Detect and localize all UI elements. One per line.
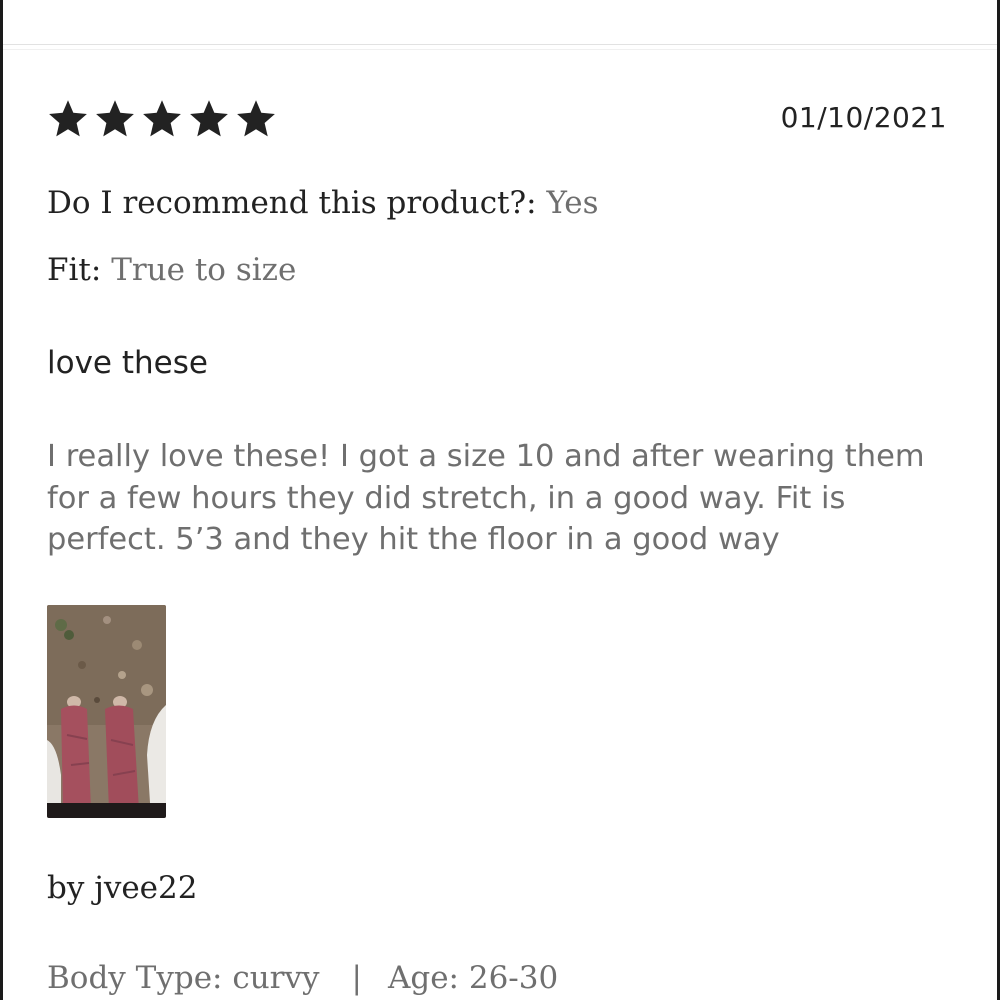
age-range: Age: 26-30	[387, 960, 559, 996]
recommend-row: Do I recommend this product?: Yes	[47, 185, 598, 221]
review-author: by jvee22	[47, 870, 198, 906]
review-photo-image	[47, 605, 166, 818]
recommend-label: Do I recommend this product?:	[47, 185, 537, 221]
review-page: 01/10/2021 Do I recommend this product?:…	[0, 0, 1000, 1000]
review-body: I really love these! I got a size 10 and…	[47, 439, 925, 557]
reviewer-meta: Body Type: curvy | Age: 26-30	[47, 960, 558, 996]
meta-separator: |	[351, 960, 362, 996]
review-title: love these	[47, 345, 208, 381]
fit-value: True to size	[111, 252, 297, 288]
fit-label: Fit:	[47, 252, 102, 288]
star-icon	[190, 100, 228, 137]
star-rating	[46, 97, 278, 141]
left-border	[0, 0, 3, 1000]
star-icon	[143, 100, 181, 137]
review-photo[interactable]	[47, 605, 166, 818]
review-date: 01/10/2021	[780, 101, 947, 134]
fit-row: Fit: True to size	[47, 252, 296, 288]
star-icon	[237, 100, 275, 137]
body-type: Body Type: curvy	[47, 960, 320, 996]
divider	[3, 44, 997, 50]
star-icon	[49, 100, 87, 137]
star-icon	[96, 100, 134, 137]
recommend-value: Yes	[546, 185, 599, 221]
